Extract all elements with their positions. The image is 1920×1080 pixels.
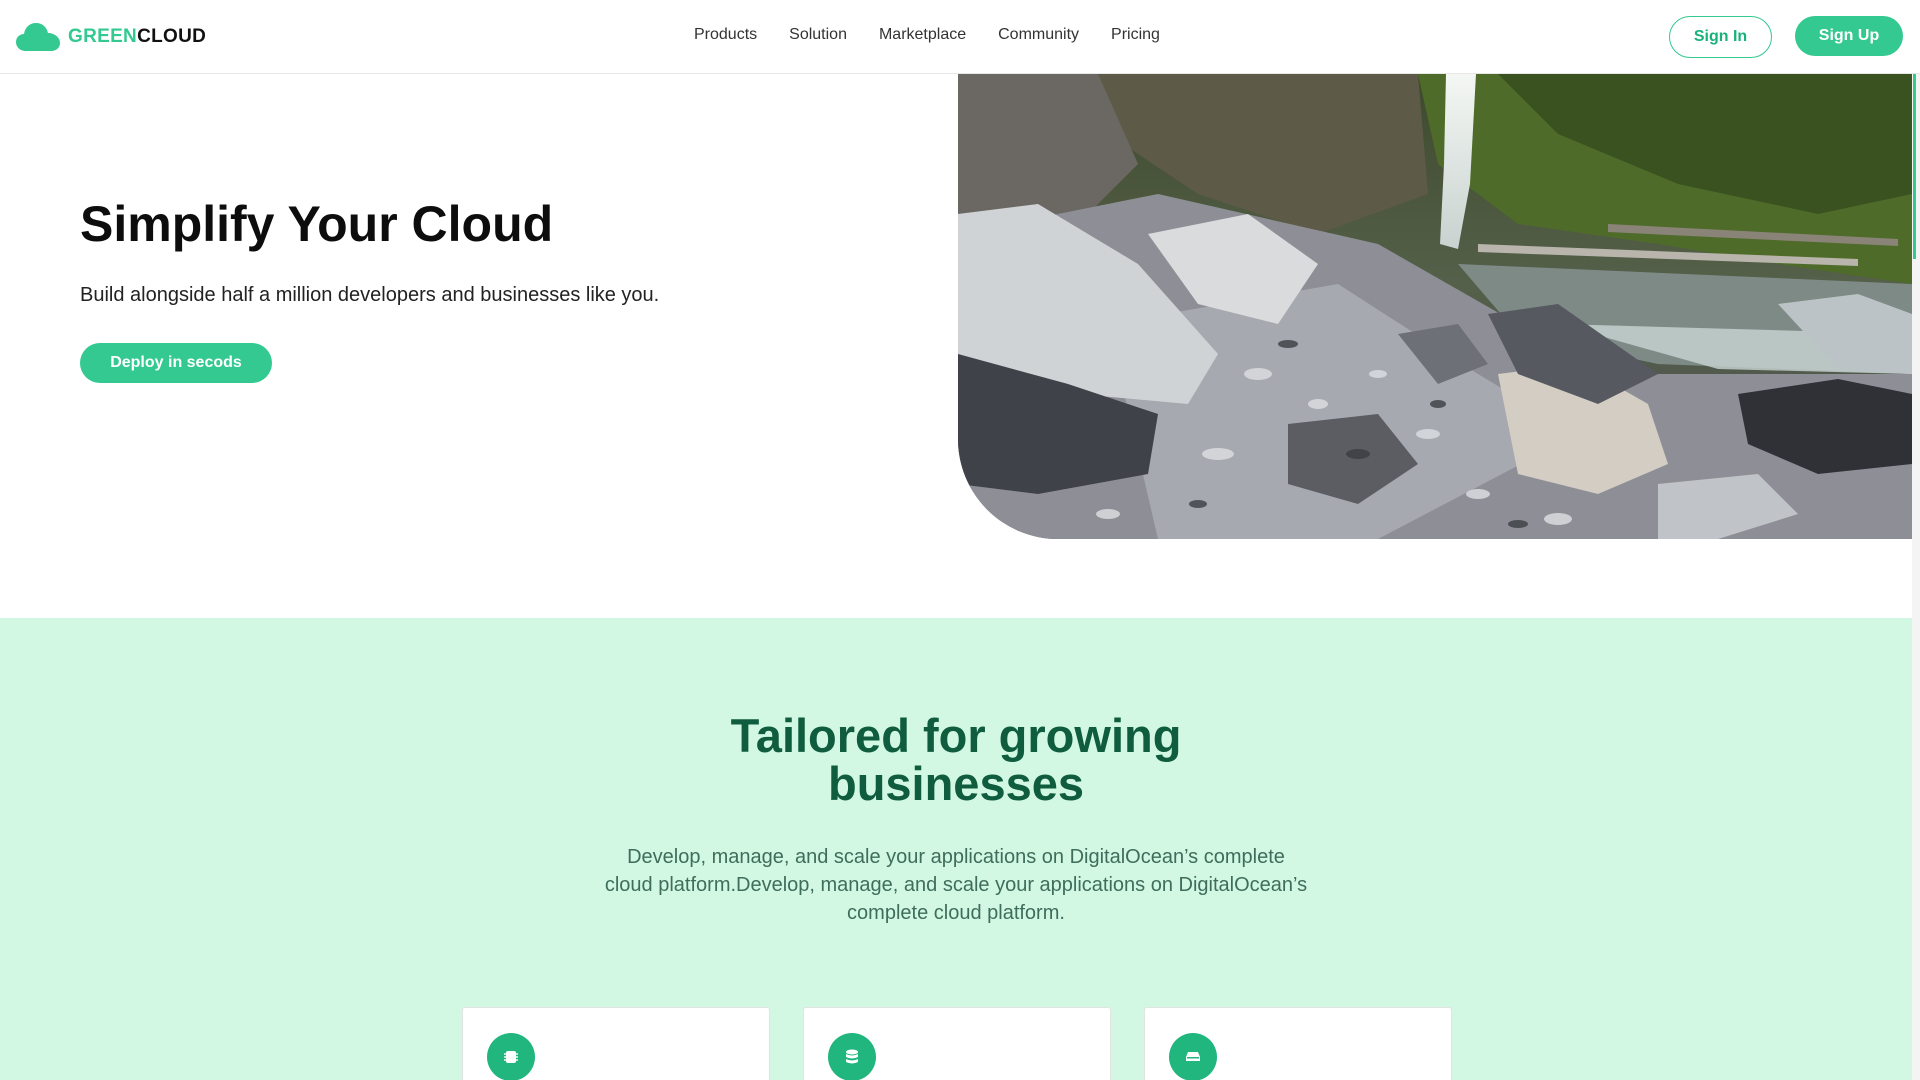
top-navbar: GREENCLOUD Products Solution Marketplace… [0,0,1920,74]
nav-solution[interactable]: Solution [789,26,847,44]
deploy-button[interactable]: Deploy in secods [80,343,272,383]
nav-products[interactable]: Products [694,26,757,44]
nav-community[interactable]: Community [998,26,1079,44]
cloud-icon [16,23,60,51]
storage-icon [1169,1033,1217,1080]
features-title: Tailored for growing businesses [0,712,1912,808]
brand-name: GREENCLOUD [68,26,206,48]
nav-pricing[interactable]: Pricing [1111,26,1160,44]
feature-card-storage[interactable] [1144,1007,1452,1080]
features-description: Develop, manage, and scale your applicat… [586,843,1326,927]
hero-title: Simplify Your Cloud [80,196,554,252]
brand-name-green: GREEN [68,26,138,47]
nav-marketplace[interactable]: Marketplace [879,26,966,44]
hero-image [958,74,1912,539]
cpu-icon [487,1033,535,1080]
waterfall-rocks-photo [958,74,1912,539]
scrollbar-thumb[interactable] [1913,74,1916,259]
features-desc-line1: Develop, manage, and scale your applicat… [627,846,1285,868]
hero-subtitle: Build alongside half a million developer… [80,284,660,306]
brand-name-cloud: CLOUD [137,26,207,47]
features-desc-line3: complete cloud platform. [847,902,1065,924]
features-title-line1: Tailored for growing [730,709,1182,762]
sign-up-button[interactable]: Sign Up [1795,16,1903,56]
database-icon [828,1033,876,1080]
brand-logo[interactable]: GREENCLOUD [16,20,206,54]
sign-in-button[interactable]: Sign In [1669,16,1772,58]
feature-card-database[interactable] [803,1007,1111,1080]
features-desc-line2: cloud platform.Develop, manage, and scal… [604,874,1308,896]
main-nav: Products Solution Marketplace Community … [694,26,1160,44]
feature-card-compute[interactable] [462,1007,770,1080]
features-title-line2: businesses [827,757,1085,810]
